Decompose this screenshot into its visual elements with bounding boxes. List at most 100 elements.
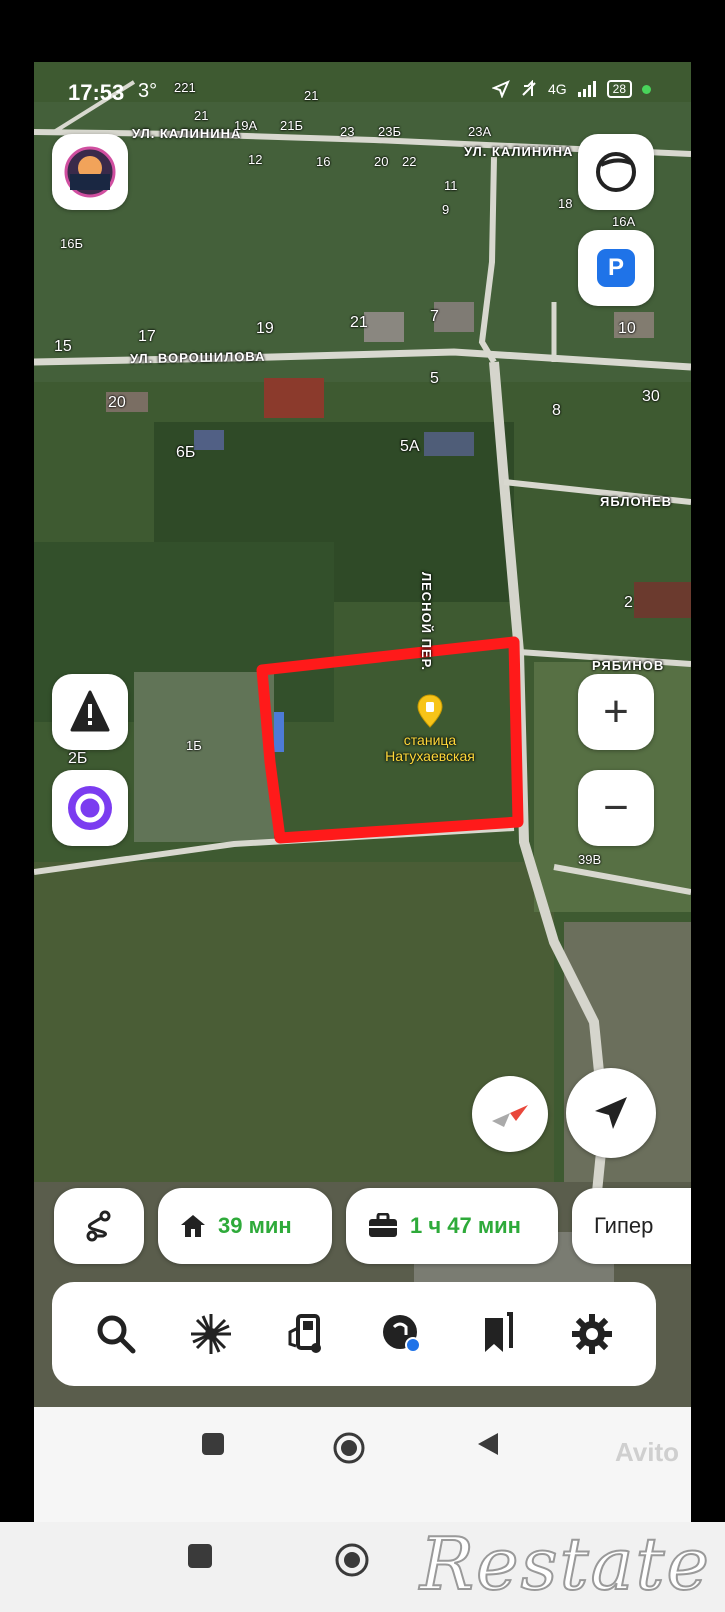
recent-apps-icon[interactable] xyxy=(186,1542,214,1570)
parking-label: P xyxy=(607,254,624,281)
avito-watermark: Avito xyxy=(614,1437,679,1467)
routes-button[interactable] xyxy=(54,1188,144,1264)
status-temperature: 3° xyxy=(138,80,158,102)
signal-icon xyxy=(577,81,596,97)
house-number: 39В xyxy=(578,852,602,867)
zoom-in-label: + xyxy=(603,687,629,736)
profile-button[interactable] xyxy=(52,134,128,210)
network-type: 4G xyxy=(547,81,567,97)
avatar-icon xyxy=(64,146,116,198)
house-number: 16 xyxy=(316,154,331,169)
house-number: 23 xyxy=(340,124,355,139)
shop-route-label: Гипер xyxy=(594,1213,654,1238)
briefcase-icon xyxy=(369,1213,397,1237)
street-label-kalinina-right: УЛ. КАЛИНИНА xyxy=(464,144,574,159)
marker-label-line1: станица xyxy=(403,732,457,748)
sparkle-button[interactable] xyxy=(181,1304,241,1364)
house-number: 10 xyxy=(618,320,636,337)
bottom-toolbar xyxy=(52,1282,656,1386)
work-route-time: 1 ч 47 мин xyxy=(410,1213,521,1238)
house-number: 2 xyxy=(624,594,633,611)
settings-icon xyxy=(572,1314,613,1354)
house-number: 21 xyxy=(194,108,209,123)
house-number: 20 xyxy=(108,394,126,411)
shop-route-chip[interactable]: Гипер xyxy=(572,1188,691,1264)
search-icon xyxy=(97,1315,136,1354)
parking-button[interactable]: P xyxy=(578,230,654,306)
discovery-icon xyxy=(382,1315,421,1353)
house-number: 30 xyxy=(642,388,660,405)
mute-icon xyxy=(522,80,536,96)
status-icons: 4G 28 xyxy=(491,80,651,98)
recent-apps-icon[interactable] xyxy=(200,1431,226,1457)
street-label-yablonevaya: ЯБЛОНЕВ xyxy=(600,494,673,509)
fuel-button[interactable] xyxy=(276,1304,336,1364)
house-number: 19 xyxy=(256,320,274,337)
house-number: 18 xyxy=(558,196,573,211)
layers-button[interactable] xyxy=(578,134,654,210)
phone-screen: УЛ. КАЛИНИНА УЛ. КАЛИНИНА УЛ. ВОРОШИЛОВА… xyxy=(34,62,691,1522)
inner-navigation-bar: Avito xyxy=(34,1407,691,1522)
work-route-chip[interactable]: 1 ч 47 мин xyxy=(346,1188,558,1264)
road-alert-icon xyxy=(70,690,110,732)
battery-level: 28 xyxy=(606,80,632,98)
house-number: 17 xyxy=(138,328,156,345)
home-route-chip[interactable]: 39 мин xyxy=(158,1188,332,1264)
locate-button[interactable] xyxy=(566,1068,656,1158)
house-number: 1Б xyxy=(186,738,202,753)
home-route-time: 39 мин xyxy=(218,1213,292,1238)
house-number: 16Б xyxy=(60,236,83,251)
street-label-lesnoy: ЛЕСНОЙ ПЕР. xyxy=(419,572,434,671)
alice-icon xyxy=(68,786,112,830)
street-label-voroshilova: УЛ. ВОРОШИЛОВА xyxy=(129,348,266,367)
zoom-in-button[interactable]: + xyxy=(578,674,654,750)
search-button[interactable] xyxy=(86,1304,146,1364)
house-number: 12 xyxy=(248,152,263,167)
home-nav-icon[interactable] xyxy=(334,1542,370,1578)
restate-watermark: Restate xyxy=(419,1521,711,1607)
map-pin-icon xyxy=(417,694,443,728)
house-number: 22 xyxy=(402,154,417,169)
zoom-out-label: − xyxy=(603,783,629,832)
house-number: 15 xyxy=(54,338,72,355)
layers-icon xyxy=(596,152,636,192)
locate-arrow-icon xyxy=(595,1097,627,1129)
fuel-icon xyxy=(288,1314,322,1353)
alice-button[interactable] xyxy=(52,770,128,846)
house-number: 8 xyxy=(552,402,561,419)
route-icon xyxy=(86,1210,111,1242)
house-number: 19А xyxy=(234,118,258,133)
bookmarks-icon xyxy=(484,1312,513,1352)
discovery-button[interactable] xyxy=(372,1304,432,1364)
home-nav-icon[interactable] xyxy=(332,1431,366,1465)
place-marker[interactable]: станица Натухаевская xyxy=(370,694,490,764)
home-icon xyxy=(181,1215,205,1237)
house-number: 2Б xyxy=(68,750,88,767)
house-number: 7 xyxy=(430,308,439,325)
street-label-kalinina: УЛ. КАЛИНИНА xyxy=(132,126,242,141)
outer-navigation-bar: Restate xyxy=(0,1521,725,1612)
house-number: 16А xyxy=(612,214,636,229)
zoom-out-button[interactable]: − xyxy=(578,770,654,846)
house-number: 5А xyxy=(400,438,420,455)
compass-icon xyxy=(492,1105,528,1127)
privacy-dot xyxy=(642,84,651,94)
compass-button[interactable] xyxy=(472,1076,548,1152)
house-number: 23Б xyxy=(378,124,401,139)
marker-label-line2: Натухаевская xyxy=(385,748,475,764)
settings-button[interactable] xyxy=(562,1304,622,1364)
sparkle-icon xyxy=(190,1314,231,1354)
location-icon xyxy=(491,80,510,98)
house-number: 6Б xyxy=(176,444,196,461)
alert-button[interactable] xyxy=(52,674,128,750)
house-number: 11 xyxy=(444,178,458,193)
house-number: 21 xyxy=(350,314,368,331)
house-number: 21Б xyxy=(280,118,303,133)
house-number: 20 xyxy=(374,154,389,169)
back-nav-icon[interactable] xyxy=(476,1431,500,1457)
bookmarks-button[interactable] xyxy=(467,1304,527,1364)
parking-icon: P xyxy=(597,249,635,287)
status-time: 17:53 xyxy=(68,80,125,105)
status-bar: 17:53 3° 4G 28 xyxy=(34,62,691,110)
street-label-ryabinovaya: РЯБИНОВ xyxy=(592,658,665,673)
